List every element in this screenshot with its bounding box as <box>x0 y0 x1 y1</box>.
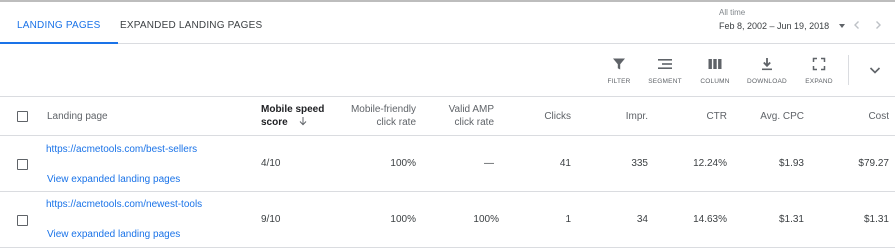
header-mobile-friendly-click-rate[interactable]: Mobile-friendly click rate <box>351 103 416 129</box>
header-mobile-speed-score[interactable]: Mobile speed score <box>261 103 324 129</box>
valid-amp-click-rate: — <box>484 158 494 169</box>
header-avg-cpc[interactable]: Avg. CPC <box>760 110 804 123</box>
cost-value: $79.27 <box>858 158 889 169</box>
mobile-speed-score: 4/10 <box>261 158 281 169</box>
date-range-picker[interactable]: All time Feb 8, 2002 – Jun 19, 2018 <box>719 8 847 38</box>
landing-page-link[interactable]: https://acmetools.com/newest-tools <box>46 199 202 210</box>
row-checkbox[interactable] <box>17 215 28 226</box>
column-button[interactable]: COLUMN <box>693 57 737 91</box>
header-mobile-speed-line2: score <box>261 116 324 129</box>
impr-value: 34 <box>636 214 648 225</box>
clicks-value: 1 <box>565 214 571 225</box>
filter-label: FILTER <box>607 78 631 85</box>
ctr-value: 12.24% <box>693 158 727 169</box>
header-valid-amp-line1: Valid AMP <box>448 104 494 115</box>
header-landing-page[interactable]: Landing page <box>47 110 108 123</box>
expand-button[interactable]: EXPAND <box>797 57 841 91</box>
header-cost[interactable]: Cost <box>868 110 889 123</box>
clicks-value: 41 <box>559 158 571 169</box>
download-button[interactable]: DOWNLOAD <box>745 57 789 91</box>
download-icon <box>762 58 772 71</box>
header-clicks[interactable]: Clicks <box>544 110 571 123</box>
view-expanded-link[interactable]: View expanded landing pages <box>47 229 180 240</box>
table-row: https://acmetools.com/newest-tools View … <box>0 192 895 248</box>
view-expanded-link[interactable]: View expanded landing pages <box>47 174 180 185</box>
fullscreen-icon <box>812 57 826 71</box>
avg-cpc-value: $1.93 <box>778 158 804 169</box>
impr-value: 335 <box>631 158 648 169</box>
filter-icon <box>613 58 625 70</box>
column-icon <box>708 59 722 69</box>
tabs-bar: LANDING PAGES EXPANDED LANDING PAGES All… <box>0 2 895 44</box>
cost-value: $1.31 <box>863 214 889 225</box>
filter-button[interactable]: FILTER <box>597 57 641 91</box>
ctr-value: 14.63% <box>693 214 727 225</box>
chevron-down-icon[interactable] <box>866 61 884 79</box>
mobile-friendly-click-rate: 100% <box>390 214 416 225</box>
download-label: DOWNLOAD <box>747 78 787 85</box>
segment-icon <box>658 59 672 69</box>
expand-label: EXPAND <box>805 78 833 85</box>
table-row: https://acmetools.com/best-sellers View … <box>0 136 895 192</box>
toolbar: FILTER SEGMENT COLUMN DOWNLOAD EXPAND <box>0 43 895 97</box>
date-range-value: Feb 8, 2002 – Jun 19, 2018 <box>719 21 830 31</box>
caret-down-icon <box>839 24 845 28</box>
table-header: Landing page Mobile speed score Mobile-f… <box>0 97 895 136</box>
chevron-right-icon[interactable] <box>871 18 885 32</box>
header-mobile-friendly-line1: Mobile-friendly <box>350 104 416 115</box>
mobile-speed-score: 9/10 <box>261 214 281 225</box>
chevron-left-icon[interactable] <box>850 18 864 32</box>
header-mobile-friendly-line2: click rate <box>376 117 416 128</box>
valid-amp-click-rate: 100% <box>473 214 499 225</box>
landing-page-link[interactable]: https://acmetools.com/best-sellers <box>46 144 197 155</box>
sort-arrow-down-icon <box>300 117 307 126</box>
header-ctr[interactable]: CTR <box>706 110 727 123</box>
segment-button[interactable]: SEGMENT <box>643 57 687 91</box>
header-valid-amp-click-rate[interactable]: Valid AMP click rate <box>449 103 494 129</box>
tab-expanded-landing-pages[interactable]: EXPANDED LANDING PAGES <box>120 2 262 43</box>
column-label: COLUMN <box>700 78 730 85</box>
mobile-friendly-click-rate: 100% <box>390 158 416 169</box>
header-impr[interactable]: Impr. <box>626 110 648 123</box>
select-all-checkbox[interactable] <box>17 111 28 122</box>
header-mobile-speed-line1: Mobile speed <box>261 104 325 115</box>
avg-cpc-value: $1.31 <box>778 214 804 225</box>
date-range-label: All time <box>719 8 746 17</box>
tab-expanded-label: EXPANDED LANDING PAGES <box>120 20 263 31</box>
tab-landing-pages[interactable]: LANDING PAGES <box>0 2 118 44</box>
tab-landing-pages-label: LANDING PAGES <box>17 20 101 31</box>
segment-label: SEGMENT <box>648 78 682 85</box>
toolbar-divider <box>848 55 849 85</box>
header-valid-amp-line2: click rate <box>454 117 494 128</box>
row-checkbox[interactable] <box>17 159 28 170</box>
